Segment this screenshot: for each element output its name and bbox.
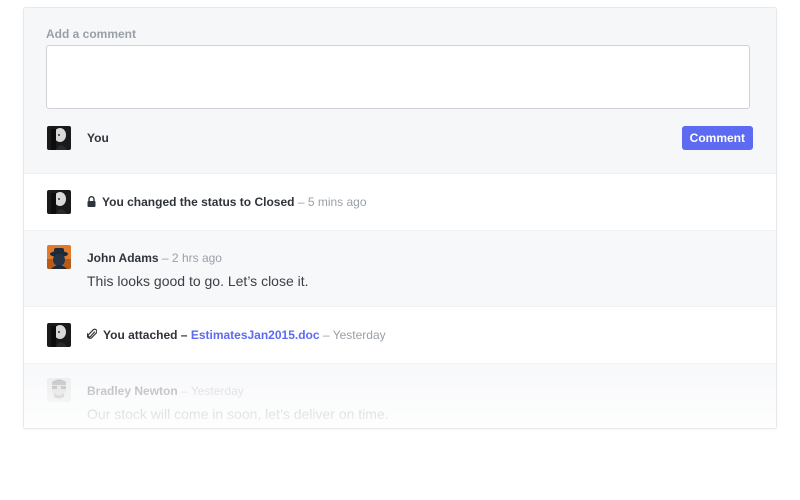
comment-composer: Add a comment You Comment [24,8,776,174]
current-user-avatar [47,323,71,347]
attachment-time: – Yesterday [322,328,386,342]
attachment-file-link[interactable]: EstimatesJan2015.doc [191,328,320,342]
composer-user-name: You [87,131,109,145]
comment-input[interactable] [46,45,750,109]
paperclip-icon [86,328,98,343]
comment-button[interactable]: Comment [681,126,753,150]
attachment-prefix: You attached – [103,328,188,342]
current-user-avatar [47,190,71,214]
john-adams-avatar [47,245,71,269]
status-event-text: You changed the status to Closed [102,195,295,209]
comment-time: – 2 hrs ago [161,251,222,265]
comment-body: This looks good to go. Let’s close it. [87,273,309,289]
comment-item: Bradley Newton – Yesterday Our stock wil… [24,364,776,428]
attachment-event: You attached – EstimatesJan2015.doc – Ye… [24,307,776,364]
comment-item: John Adams – 2 hrs ago This looks good t… [24,231,776,307]
lock-icon [87,196,96,210]
comment-time: – Yesterday [181,384,244,398]
bradley-newton-avatar [47,378,71,402]
status-event-time: – 5 mins ago [297,195,367,209]
comment-body: Our stock will come in soon, let’s deliv… [87,406,389,422]
status-change-event: You changed the status to Closed – 5 min… [24,174,776,231]
activity-panel: Add a comment You Comment You changed th… [23,7,777,429]
comment-author: Bradley Newton [87,384,178,398]
current-user-avatar [47,126,71,150]
composer-label: Add a comment [46,27,137,41]
comment-author: John Adams [87,251,159,265]
